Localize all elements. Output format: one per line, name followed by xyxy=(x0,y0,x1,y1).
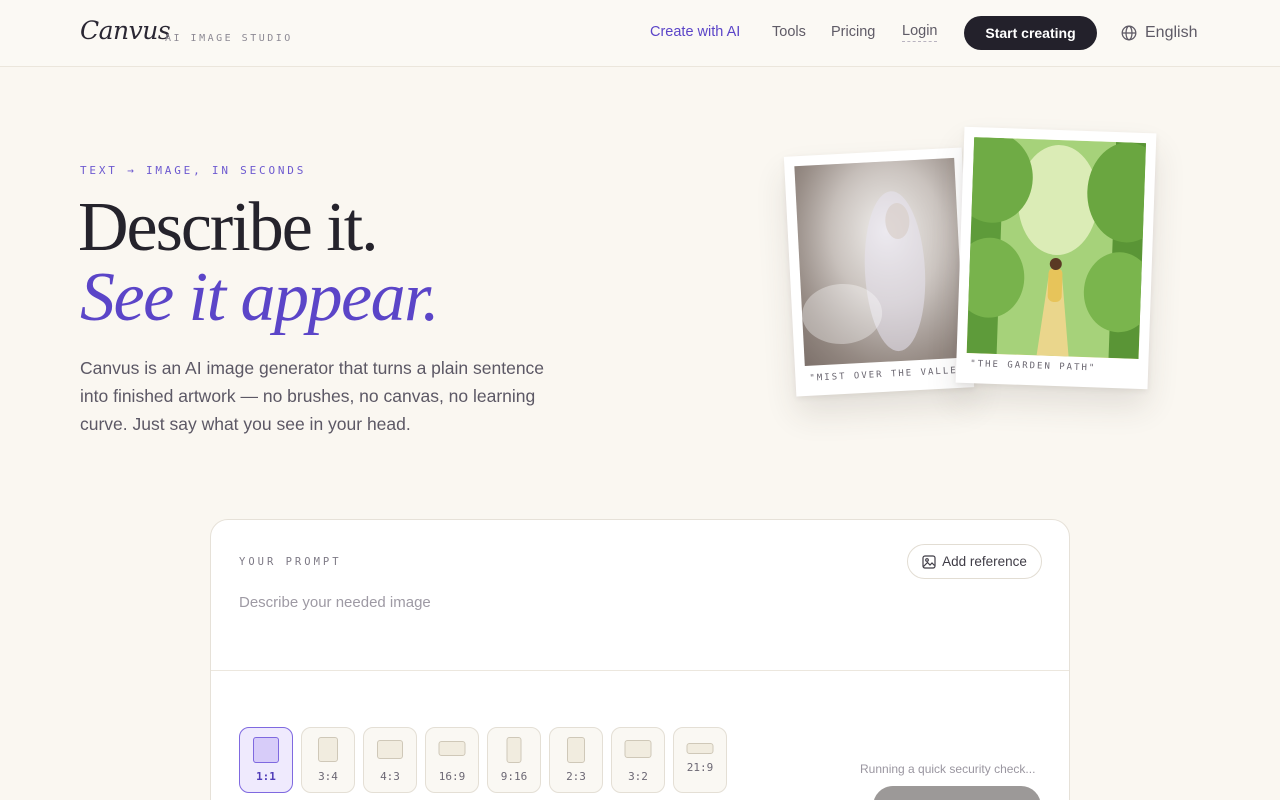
sample-image-garden xyxy=(966,137,1147,359)
divider xyxy=(211,670,1069,671)
prompt-input[interactable] xyxy=(239,594,1039,654)
start-creating-button[interactable]: Start creating xyxy=(964,16,1097,50)
aspect-ratio-selector: 1:1 3:4 4:3 16:9 9:16 2:3 3:2 21:9 xyxy=(239,727,727,793)
ratio-shape xyxy=(318,737,338,762)
ratio-label: 3:4 xyxy=(318,770,338,783)
ratio-label: 2:3 xyxy=(566,770,586,783)
aspect-ratio-3-2[interactable]: 3:2 xyxy=(611,727,665,793)
ratio-label: 21:9 xyxy=(686,761,714,774)
prompt-label: YOUR PROMPT xyxy=(239,556,342,568)
aspect-ratio-4-3[interactable]: 4:3 xyxy=(363,727,417,793)
language-selector[interactable]: English xyxy=(1121,22,1197,44)
prompt-card: YOUR PROMPT Add reference 1:1 3:4 4:3 16… xyxy=(210,519,1070,800)
ratio-label: 3:2 xyxy=(628,770,648,783)
nav-pricing[interactable]: Pricing xyxy=(831,24,875,40)
logo-tagline: AI IMAGE STUDIO xyxy=(165,33,293,44)
aspect-ratio-2-3[interactable]: 2:3 xyxy=(549,727,603,793)
ratio-shape xyxy=(377,740,403,759)
ratio-shape xyxy=(253,737,279,763)
polaroid-caption: "MIST OVER THE VALLEY" xyxy=(809,365,973,384)
security-check-status: Running a quick security check... xyxy=(860,762,1036,776)
generate-button[interactable] xyxy=(873,786,1041,800)
aspect-ratio-1-1[interactable]: 1:1 xyxy=(239,727,293,793)
sample-image-mist xyxy=(794,157,965,367)
ratio-shape xyxy=(438,741,466,756)
language-label: English xyxy=(1145,24,1198,41)
polaroid-card: "THE GARDEN PATH" xyxy=(955,126,1157,390)
logo[interactable]: Canvus xyxy=(80,16,171,45)
aspect-ratio-3-4[interactable]: 3:4 xyxy=(301,727,355,793)
ratio-label: 16:9 xyxy=(438,770,466,783)
nav-login[interactable]: Login xyxy=(902,23,938,42)
hero-title: Describe it. xyxy=(78,189,379,266)
nav-tools[interactable]: Tools xyxy=(772,24,806,40)
aspect-ratio-21-9[interactable]: 21:9 xyxy=(673,727,727,793)
polaroid-caption: "THE GARDEN PATH" xyxy=(970,359,1097,374)
ratio-shape xyxy=(624,740,652,758)
aspect-ratio-9-16[interactable]: 9:16 xyxy=(487,727,541,793)
aspect-ratio-16-9[interactable]: 16:9 xyxy=(425,727,479,793)
ratio-shape xyxy=(567,737,585,763)
ratio-shape xyxy=(686,743,714,754)
hero-title-accent: See it appear. xyxy=(80,259,440,336)
ratio-label: 9:16 xyxy=(500,770,528,783)
hero-description: Canvus is an AI image generator that tur… xyxy=(80,358,545,434)
hero-eyebrow: TEXT → IMAGE, IN SECONDS xyxy=(80,164,307,177)
ratio-label: 1:1 xyxy=(256,770,276,783)
ratio-shape xyxy=(506,737,522,763)
globe-icon xyxy=(1121,25,1137,41)
site-header: Canvus AI IMAGE STUDIO Create with AI To… xyxy=(0,0,1280,67)
add-reference-label: Add reference xyxy=(942,554,1027,569)
nav-create-with-ai[interactable]: Create with AI xyxy=(650,24,740,40)
image-icon xyxy=(922,554,936,569)
add-reference-button[interactable]: Add reference xyxy=(907,544,1042,579)
ratio-label: 4:3 xyxy=(380,770,400,783)
polaroid-card: "MIST OVER THE VALLEY" xyxy=(783,147,975,397)
